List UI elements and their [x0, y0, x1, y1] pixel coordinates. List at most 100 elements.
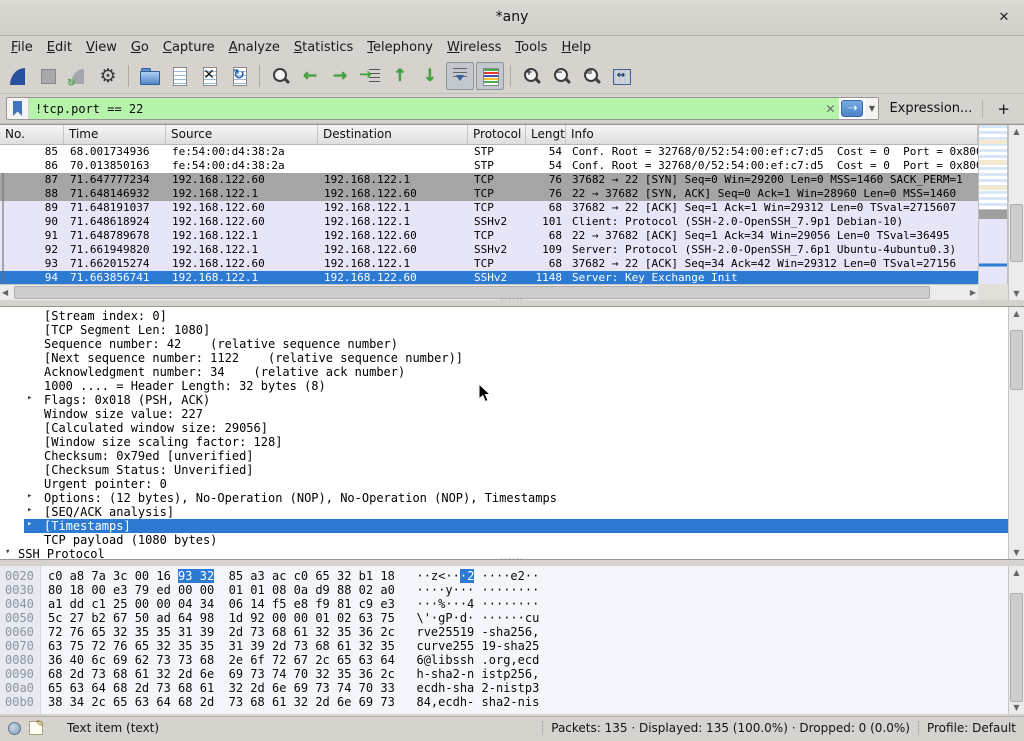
packet-list[interactable]: No.TimeSourceDestinationProtocolLengthIn…	[0, 125, 978, 300]
capture-comment-icon[interactable]	[29, 721, 43, 735]
filter-bookmark-button[interactable]	[7, 98, 29, 119]
packet-row-85[interactable]: 8568.001734936fe:54:00:d4:38:2aSTP54Conf…	[0, 145, 978, 159]
go-last-packet-button[interactable]: ↓	[416, 62, 444, 90]
detail-line[interactable]: [Next sequence number: 1122 (relative se…	[0, 351, 1008, 365]
profile-text[interactable]: Profile: Default	[927, 721, 1016, 735]
colorize-packets-button[interactable]	[476, 62, 504, 90]
go-forward-button[interactable]: →	[326, 62, 354, 90]
open-file-button[interactable]	[135, 62, 163, 90]
display-filter-field[interactable]: ✕ ➝ ▼	[6, 97, 879, 120]
menu-item-go[interactable]: Go	[124, 39, 156, 56]
expression-button[interactable]: Expression...	[885, 101, 976, 116]
hex-vscrollbar[interactable]	[1008, 566, 1024, 714]
auto-scroll-button[interactable]	[446, 62, 474, 90]
column-header-destination[interactable]: Destination	[318, 125, 468, 144]
collapsed-arrow-icon[interactable]: ▸	[27, 491, 32, 501]
go-first-packet-button[interactable]: ↑	[386, 62, 414, 90]
hex-row-00a0[interactable]: 00a065 63 64 68 2d 73 68 61 32 2d 6e 69 …	[0, 681, 1008, 695]
column-header-no[interactable]: No.	[0, 125, 64, 144]
close-file-button[interactable]	[195, 62, 223, 90]
detail-line[interactable]: [Checksum Status: Unverified]	[0, 463, 1008, 477]
packet-row-88[interactable]: 8871.648146932192.168.122.1192.168.122.6…	[0, 187, 978, 201]
menu-item-tools[interactable]: Tools	[508, 39, 554, 56]
hex-row-0070[interactable]: 007063 75 72 76 65 32 35 35 31 39 2d 73 …	[0, 639, 1008, 653]
packet-row-90[interactable]: 9071.648618924192.168.122.60192.168.122.…	[0, 215, 978, 229]
detail-line[interactable]: [Stream index: 0]	[0, 309, 1008, 323]
filter-apply-button[interactable]: ➝	[841, 100, 863, 117]
detail-line[interactable]: [Calculated window size: 29056]	[0, 421, 1008, 435]
detail-line[interactable]: [TCP Segment Len: 1080]	[0, 323, 1008, 337]
hex-scroll-thumb[interactable]	[1010, 593, 1023, 703]
list-details-splitter[interactable]	[0, 300, 1024, 306]
save-file-button[interactable]	[165, 62, 193, 90]
hex-row-0090[interactable]: 009068 2d 73 68 61 32 2d 6e 69 73 74 70 …	[0, 667, 1008, 681]
column-header-protocol[interactable]: Protocol	[468, 125, 526, 144]
collapsed-arrow-icon[interactable]: ▸	[27, 519, 32, 529]
intelligent-scrollbar-minimap[interactable]	[978, 125, 1008, 284]
start-capture-button[interactable]	[4, 62, 32, 90]
packet-row-92[interactable]: 9271.661949820192.168.122.1192.168.122.6…	[0, 243, 978, 257]
packet-row-94[interactable]: 9471.663856741192.168.122.1192.168.122.6…	[0, 271, 978, 284]
packet-list-vscrollbar[interactable]	[1008, 125, 1024, 300]
find-packet-button[interactable]	[266, 62, 294, 90]
detail-line[interactable]: TCP payload (1080 bytes)	[0, 533, 1008, 547]
detail-line[interactable]: Window size value: 227	[0, 407, 1008, 421]
stop-capture-button[interactable]	[34, 62, 62, 90]
detail-line[interactable]: ▸Options: (12 bytes), No-Operation (NOP)…	[0, 491, 1008, 505]
expert-info-icon[interactable]	[8, 722, 21, 735]
hex-row-0060[interactable]: 006072 76 65 32 35 35 31 39 2d 73 68 61 …	[0, 625, 1008, 639]
detail-line[interactable]: ▸[SEQ/ACK analysis]	[0, 505, 1008, 519]
detail-line[interactable]: Acknowledgment number: 34 (relative ack …	[0, 365, 1008, 379]
restart-capture-button[interactable]	[64, 62, 92, 90]
hex-row-0040[interactable]: 0040a1 dd c1 25 00 00 04 34 06 14 f5 e8 …	[0, 597, 1008, 611]
column-header-length[interactable]: Length	[526, 125, 566, 144]
column-header-time[interactable]: Time	[64, 125, 166, 144]
detail-line[interactable]: Checksum: 0x79ed [unverified]	[0, 449, 1008, 463]
detail-line[interactable]: Urgent pointer: 0	[0, 477, 1008, 491]
packet-details-tree[interactable]: [Stream index: 0][TCP Segment Len: 1080]…	[0, 307, 1008, 559]
zoom-out-button[interactable]: −	[547, 62, 575, 90]
vscrollbar-thumb[interactable]	[1010, 204, 1023, 262]
packet-list-header[interactable]: No.TimeSourceDestinationProtocolLengthIn…	[0, 125, 978, 145]
hex-dump-view[interactable]: 0020c0 a8 7a 3c 00 16 93 32 85 a3 ac c0 …	[0, 566, 1008, 714]
packet-row-91[interactable]: 9171.648789678192.168.122.1192.168.122.6…	[0, 229, 978, 243]
collapsed-arrow-icon[interactable]: ▸	[27, 393, 32, 403]
display-filter-input[interactable]	[29, 98, 821, 119]
menu-item-view[interactable]: View	[79, 39, 124, 56]
packet-row-93[interactable]: 9371.662015274192.168.122.60192.168.122.…	[0, 257, 978, 271]
packet-row-86[interactable]: 8670.013850163fe:54:00:d4:38:2aSTP54Conf…	[0, 159, 978, 173]
go-to-packet-button[interactable]: →	[356, 62, 384, 90]
detail-line[interactable]: 1000 .... = Header Length: 32 bytes (8)	[0, 379, 1008, 393]
detail-line[interactable]: Sequence number: 42 (relative sequence n…	[0, 337, 1008, 351]
capture-options-button[interactable]	[94, 62, 122, 90]
column-header-info[interactable]: Info	[566, 125, 978, 144]
menu-item-wireless[interactable]: Wireless	[440, 39, 508, 56]
add-filter-button[interactable]: +	[989, 100, 1018, 118]
detail-line[interactable]: ▸Flags: 0x018 (PSH, ACK)	[0, 393, 1008, 407]
details-scroll-thumb[interactable]	[1010, 330, 1023, 390]
menu-item-help[interactable]: Help	[554, 39, 598, 56]
hex-row-0080[interactable]: 008036 40 6c 69 62 73 73 68 2e 6f 72 67 …	[0, 653, 1008, 667]
detail-line-selected[interactable]: ▸[Timestamps]	[0, 519, 1008, 533]
hex-row-00b0[interactable]: 00b038 34 2c 65 63 64 68 2d 73 68 61 32 …	[0, 695, 1008, 709]
go-back-button[interactable]: ←	[296, 62, 324, 90]
reload-file-button[interactable]	[225, 62, 253, 90]
column-header-source[interactable]: Source	[166, 125, 318, 144]
packet-row-89[interactable]: 8971.648191037192.168.122.60192.168.122.…	[0, 201, 978, 215]
hex-row-0020[interactable]: 0020c0 a8 7a 3c 00 16 93 32 85 a3 ac c0 …	[0, 569, 1008, 583]
zoom-100-button[interactable]: =	[577, 62, 605, 90]
menu-item-statistics[interactable]: Statistics	[287, 39, 360, 56]
hex-row-0050[interactable]: 00505c 27 b2 67 50 ad 64 98 1d 92 00 00 …	[0, 611, 1008, 625]
details-vscrollbar[interactable]	[1008, 307, 1024, 559]
menu-item-capture[interactable]: Capture	[156, 39, 222, 56]
menu-item-telephony[interactable]: Telephony	[360, 39, 440, 56]
collapsed-arrow-icon[interactable]: ▸	[27, 505, 32, 515]
packet-row-87[interactable]: 8771.647777234192.168.122.60192.168.122.…	[0, 173, 978, 187]
menu-item-analyze[interactable]: Analyze	[222, 39, 287, 56]
detail-line[interactable]: [Window size scaling factor: 128]	[0, 435, 1008, 449]
zoom-in-button[interactable]: +	[517, 62, 545, 90]
hex-row-0030[interactable]: 003080 18 00 e3 79 ed 00 00 01 01 08 0a …	[0, 583, 1008, 597]
resize-columns-button[interactable]	[607, 62, 635, 90]
menu-item-edit[interactable]: Edit	[40, 39, 79, 56]
menu-item-file[interactable]: File	[4, 39, 40, 56]
